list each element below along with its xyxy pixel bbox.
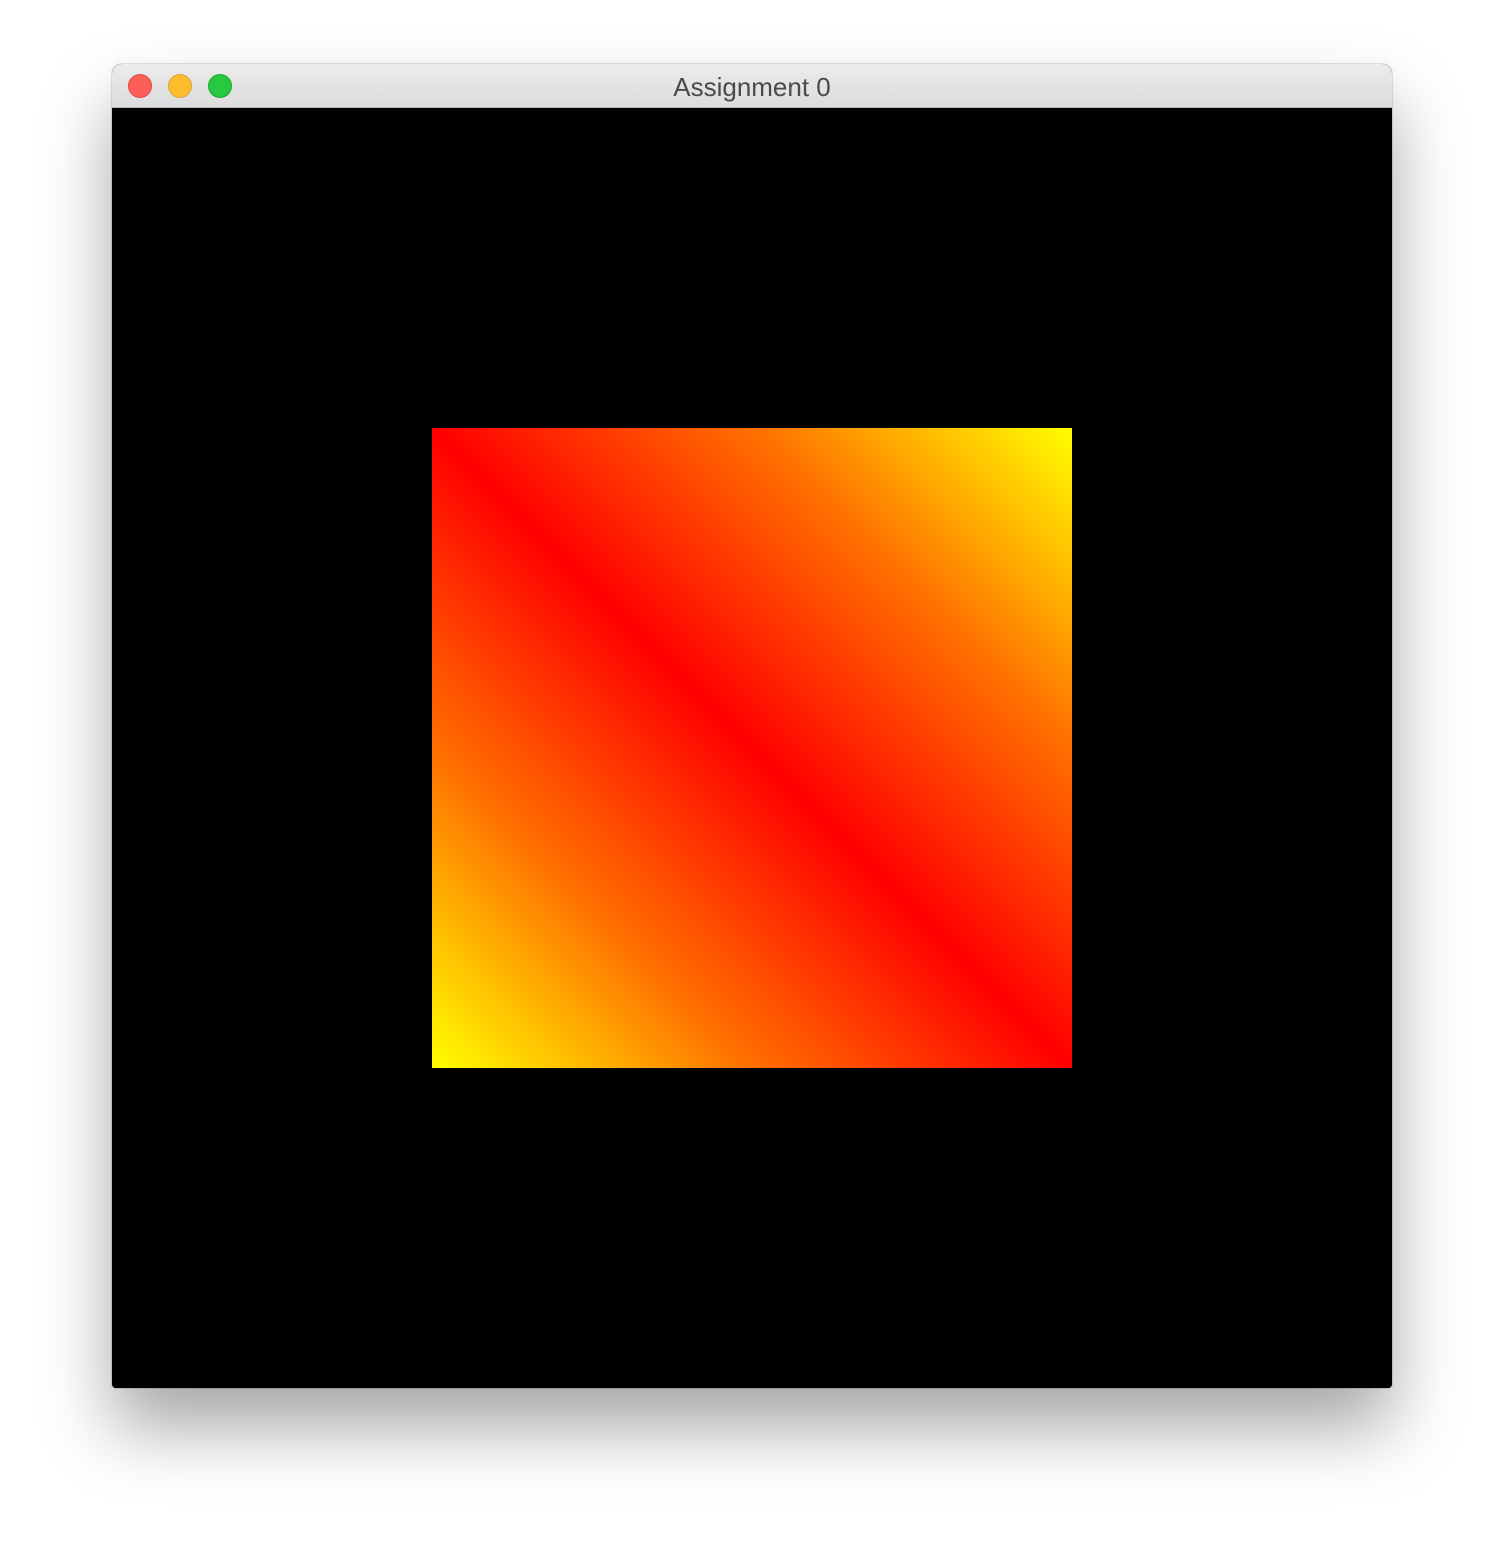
render-canvas[interactable] xyxy=(112,108,1392,1388)
app-window: Assignment 0 xyxy=(112,64,1392,1388)
desktop: Assignment 0 xyxy=(0,0,1504,1548)
window-title: Assignment 0 xyxy=(673,72,831,102)
gradient-square xyxy=(432,428,1072,1068)
title-bar[interactable]: Assignment 0 xyxy=(112,64,1392,108)
